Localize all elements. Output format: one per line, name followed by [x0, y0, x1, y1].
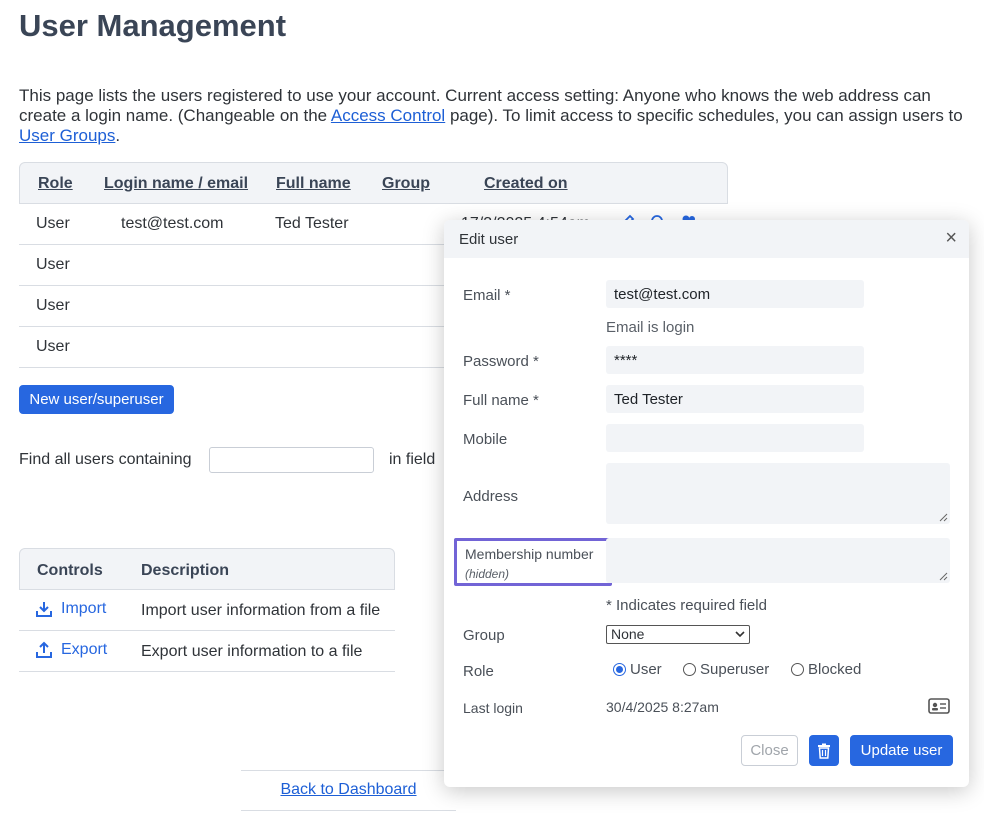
column-header-controls: Controls — [37, 562, 103, 579]
full-name-label: Full name * — [463, 392, 539, 409]
intro-text: This page lists the users registered to … — [19, 86, 969, 146]
last-login-value: 30/4/2025 8:27am — [606, 699, 719, 715]
radio-unchecked — [683, 663, 696, 676]
resize-handle-icon[interactable] — [939, 572, 948, 581]
cell-role: User — [36, 215, 70, 232]
export-icon — [36, 641, 52, 658]
membership-hidden-note: (hidden) — [465, 567, 510, 581]
cell-full-name: Ted Tester — [275, 215, 349, 232]
import-link[interactable]: Import — [35, 600, 106, 618]
id-card-icon[interactable] — [928, 697, 950, 715]
role-option-label: User — [630, 661, 662, 678]
back-link-container: Back to Dashboard — [241, 770, 456, 811]
group-selected-value: None — [611, 626, 645, 642]
radio-checked — [613, 663, 626, 676]
role-option-label: Superuser — [700, 661, 770, 678]
role-radio-blocked[interactable]: Blocked — [791, 661, 861, 678]
import-description: Import user information from a file — [141, 602, 381, 619]
address-field[interactable] — [606, 463, 950, 524]
column-header-login[interactable]: Login name / email — [104, 175, 248, 193]
table-row: Import Import user information from a fi… — [19, 590, 395, 631]
resize-handle-icon[interactable] — [939, 513, 948, 522]
column-header-group[interactable]: Group — [382, 175, 430, 193]
role-radio-user[interactable]: User — [613, 661, 662, 678]
trash-icon — [818, 743, 830, 759]
role-radio-superuser[interactable]: Superuser — [683, 661, 769, 678]
modal-title: Edit user — [459, 231, 519, 248]
page-title: User Management — [19, 8, 287, 43]
back-to-dashboard-link[interactable]: Back to Dashboard — [280, 781, 416, 798]
radio-unchecked — [791, 663, 804, 676]
find-users-label: Find all users containing — [19, 451, 192, 468]
group-select[interactable]: None — [606, 625, 750, 644]
edit-user-modal: Edit user × Email * test@test.com Email … — [444, 220, 969, 787]
cell-role: User — [36, 256, 70, 273]
intro-part-2: page). To limit access to specific sched… — [445, 106, 963, 125]
user-groups-link[interactable]: User Groups — [19, 126, 115, 145]
modal-header: Edit user × — [444, 220, 969, 258]
membership-number-highlight: Membership number (hidden) — [454, 538, 612, 586]
cell-role: User — [36, 297, 70, 314]
cell-login: test@test.com — [121, 215, 224, 232]
column-header-full-name[interactable]: Full name — [276, 175, 351, 193]
mobile-field[interactable] — [606, 424, 864, 452]
close-icon[interactable]: × — [945, 228, 957, 248]
membership-number-label: Membership number — [465, 546, 594, 562]
password-label: Password * — [463, 353, 539, 370]
column-header-role[interactable]: Role — [38, 175, 73, 193]
group-label: Group — [463, 627, 505, 644]
intro-part-3: . — [115, 126, 121, 145]
password-field[interactable]: **** — [606, 346, 864, 374]
update-user-button[interactable]: Update user — [850, 735, 953, 766]
role-label: Role — [463, 663, 494, 680]
column-header-description: Description — [141, 562, 230, 579]
users-table-header: Role Login name / email Full name Group … — [19, 162, 728, 204]
full-name-field[interactable]: Ted Tester — [606, 385, 864, 413]
controls-table: Controls Description Import Import user … — [19, 548, 395, 672]
export-link[interactable]: Export — [35, 641, 107, 659]
controls-table-header: Controls Description — [19, 548, 395, 590]
export-description: Export user information to a file — [141, 643, 363, 660]
in-field-label: in field — [389, 451, 436, 468]
address-label: Address — [463, 488, 519, 505]
delete-button[interactable] — [809, 735, 839, 766]
import-icon — [36, 602, 52, 617]
close-button[interactable]: Close — [741, 735, 798, 766]
column-header-created-on[interactable]: Created on — [484, 175, 568, 193]
chevron-down-icon — [735, 631, 745, 638]
email-note: Email is login — [606, 319, 695, 336]
export-label: Export — [61, 641, 108, 658]
membership-number-field[interactable] — [606, 538, 950, 583]
required-field-note: * Indicates required field — [606, 597, 767, 614]
import-label: Import — [61, 600, 107, 617]
access-control-link[interactable]: Access Control — [331, 106, 445, 125]
find-users-input[interactable] — [209, 447, 374, 473]
email-label: Email * — [463, 287, 511, 304]
role-option-label: Blocked — [808, 661, 862, 678]
new-user-button[interactable]: New user/superuser — [19, 385, 174, 414]
email-field[interactable]: test@test.com — [606, 280, 864, 308]
mobile-label: Mobile — [463, 431, 508, 448]
cell-role: User — [36, 338, 70, 355]
last-login-label: Last login — [463, 700, 523, 716]
table-row: Export Export user information to a file — [19, 631, 395, 672]
